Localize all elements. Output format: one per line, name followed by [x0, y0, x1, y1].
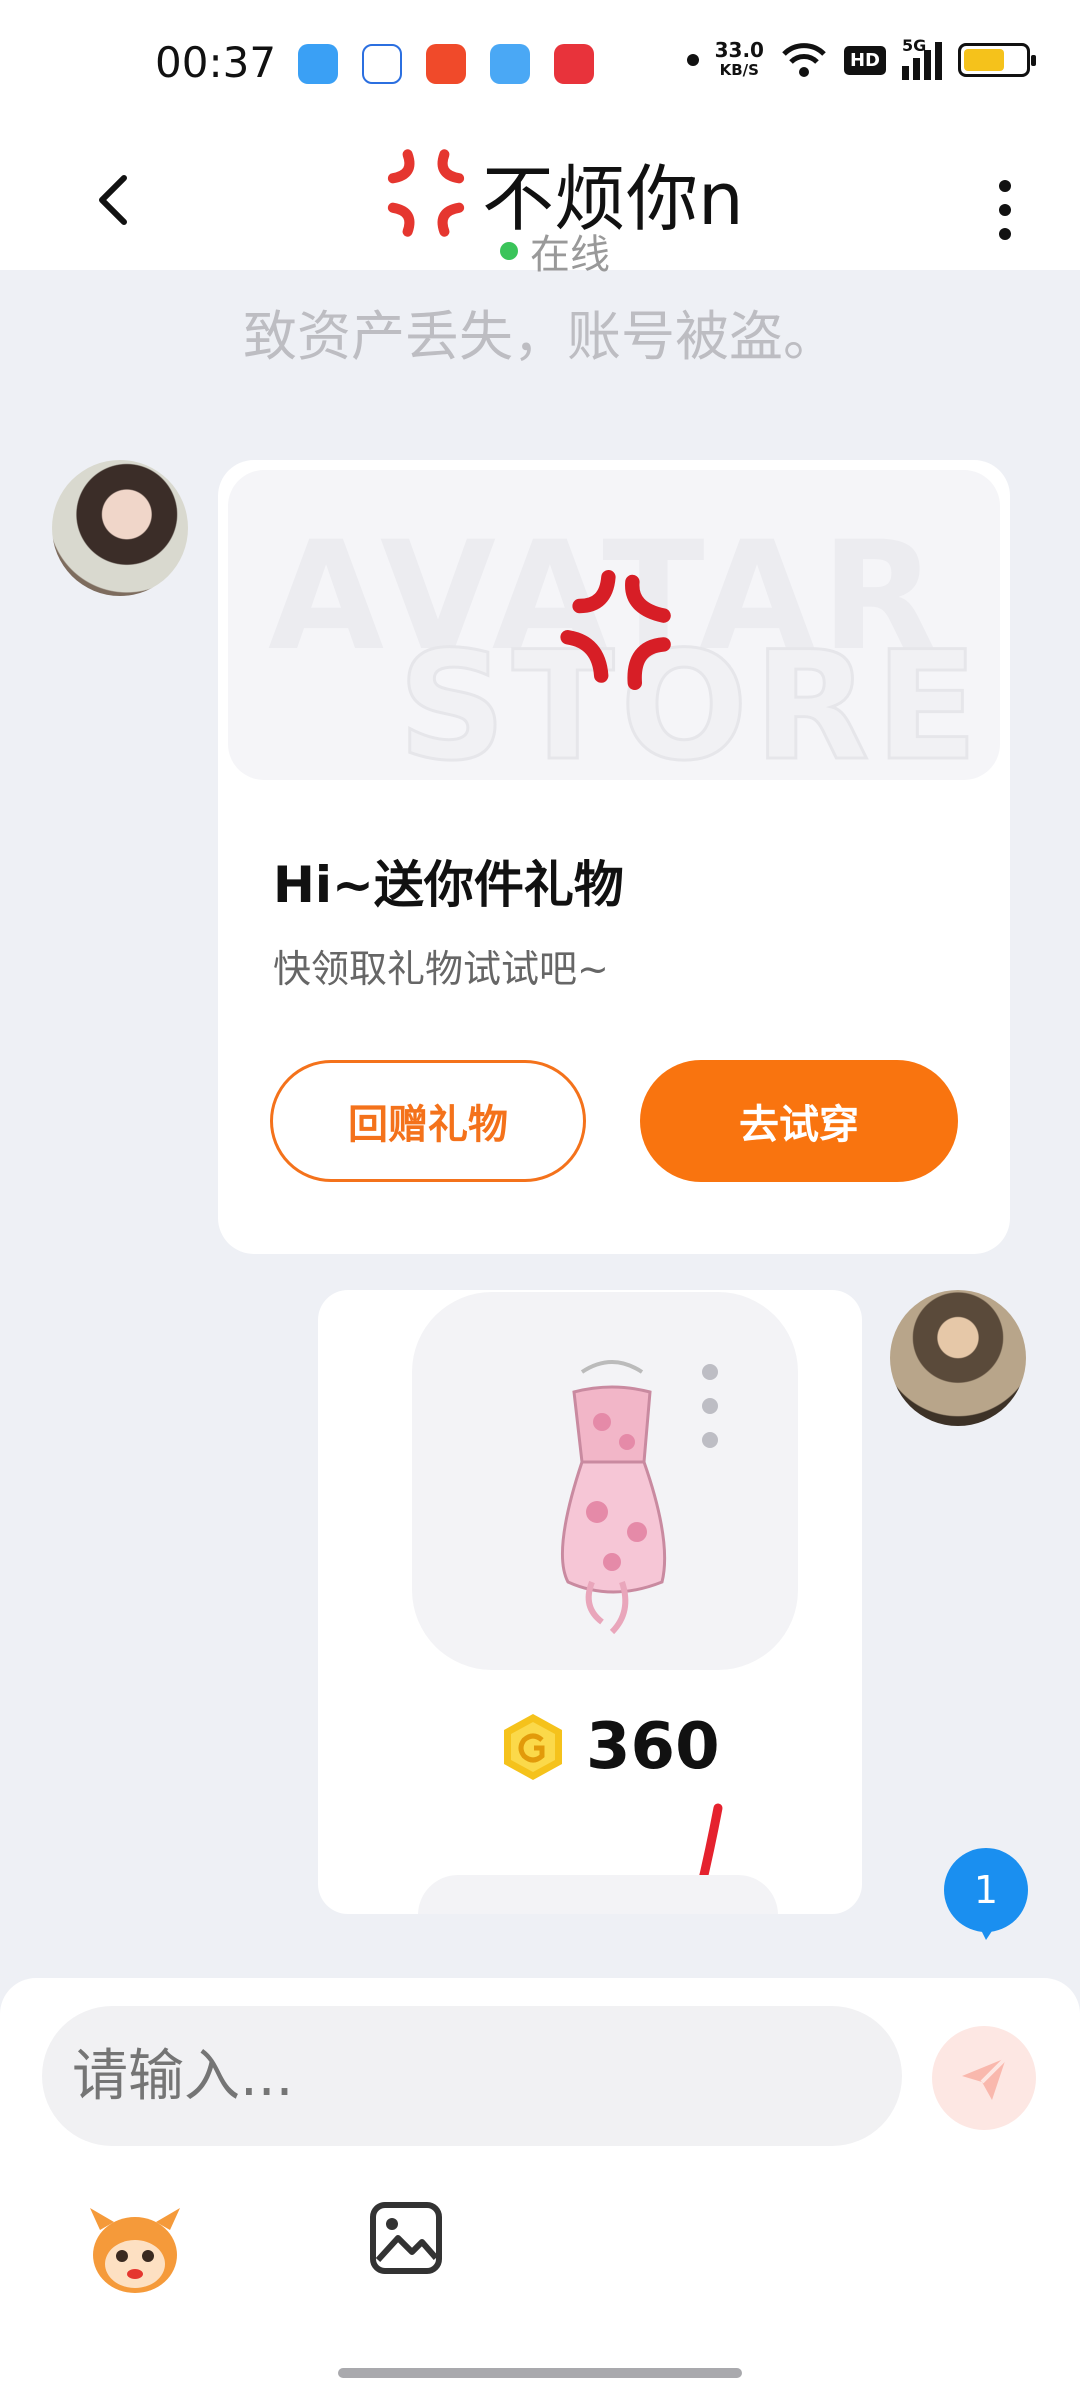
item-message-card[interactable]: 360 [318, 1290, 862, 1914]
return-gift-button[interactable]: 回赠礼物 [270, 1060, 586, 1182]
item-image[interactable] [412, 1292, 798, 1670]
image-picker-icon[interactable] [368, 2200, 444, 2276]
system-warning-text: 致资产丢失，账号被盗。 [243, 305, 837, 368]
send-icon [962, 2056, 1008, 2100]
online-dot-icon [500, 242, 518, 260]
baidu-app-icon [362, 44, 402, 84]
net-speed-value: 33.0 [714, 38, 764, 62]
anger-symbol-icon [560, 570, 671, 690]
send-button[interactable] [932, 2026, 1036, 2130]
mascot-sticker-icon[interactable] [80, 2200, 190, 2300]
message-input[interactable] [42, 2006, 902, 2146]
coin-icon [504, 1714, 562, 1780]
notification-icons [298, 44, 594, 84]
video-app-icon [426, 44, 466, 84]
hd-icon: HD [843, 45, 886, 75]
pink-dress-image [560, 1360, 667, 1635]
next-item-preview [418, 1875, 778, 1914]
browser-app-icon [298, 44, 338, 84]
network-type: 5G [902, 36, 927, 55]
banner-text-store: STORE [397, 619, 984, 781]
status-bar: 00:37 33.0 KB/S HD 5G [0, 0, 1080, 140]
price-row: 360 [498, 1710, 720, 1784]
item-price: 360 [586, 1710, 720, 1784]
unread-count: 1 [973, 1868, 999, 1912]
back-button[interactable] [80, 160, 150, 240]
wifi-icon [782, 43, 826, 77]
avatar-store-banner: AVATAR STORE [228, 470, 1000, 780]
net-speed: 33.0 KB/S [715, 40, 764, 80]
net-speed-unit: KB/S [719, 61, 759, 79]
contact-avatar[interactable] [52, 460, 188, 596]
gift-title: Hi~送你件礼物 [273, 856, 624, 914]
online-status-label: 在线 [530, 232, 610, 278]
home-indicator[interactable] [338, 2368, 742, 2378]
weather-app-icon [490, 44, 530, 84]
online-status: 在线 [500, 222, 610, 280]
status-time: 00:37 [155, 38, 277, 87]
battery-icon [958, 43, 1036, 77]
my-avatar[interactable] [890, 1290, 1026, 1426]
try-on-button[interactable]: 去试穿 [640, 1060, 958, 1182]
gift-subtitle: 快领取礼物试试吧~ [273, 947, 609, 991]
item-more-icon[interactable] [702, 1364, 718, 1448]
more-options-button[interactable] [990, 160, 1020, 260]
gift-message-card: AVATAR STORE Hi~送你件礼物 快领取礼物试试吧~ 回赠礼物 去试穿 [218, 460, 1010, 1254]
signal-icon: 5G [902, 36, 942, 80]
shopping-app-icon [554, 44, 594, 84]
chat-header: 不烦你n 在线 [0, 140, 1080, 278]
dot-icon [686, 54, 699, 66]
composer-panel [0, 1978, 1080, 2400]
status-right: 33.0 KB/S HD 5G [686, 36, 1036, 80]
anger-symbol-icon [387, 148, 465, 237]
